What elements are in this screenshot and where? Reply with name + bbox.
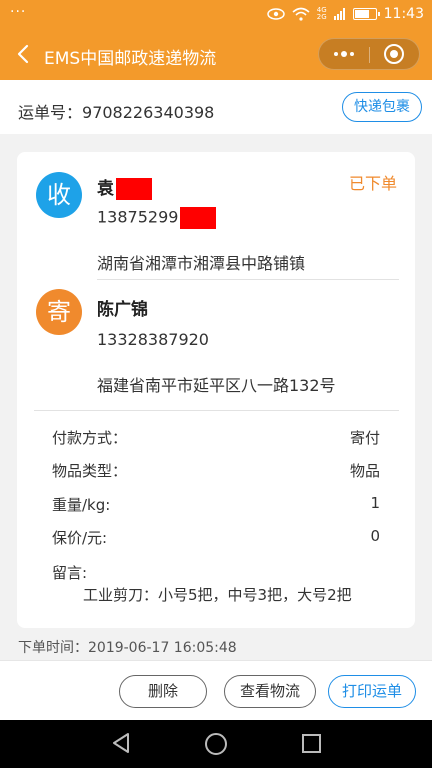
waybill-bar: 运单号：9708226340398 快递包裹 (0, 80, 432, 134)
action-bar: 删除 查看物流 打印运单 (0, 660, 432, 720)
status-icons: 4G 2G 11:43 (267, 6, 424, 22)
print-waybill-button[interactable]: 打印运单 (328, 675, 416, 708)
redaction-block (116, 178, 152, 200)
waybill-value: 9708226340398 (82, 103, 215, 122)
nav-bar: EMS中国邮政速递物流 (0, 30, 432, 80)
system-recents-icon[interactable] (302, 734, 321, 753)
wifi-icon (292, 7, 310, 21)
status-bar: ··· 4G 2G 11:43 (0, 0, 432, 30)
receiver-phone-text: 13875299 (97, 207, 179, 227)
signal-icon (333, 8, 345, 20)
weight-value: 1 (370, 494, 380, 512)
page-title: EMS中国邮政速递物流 (44, 49, 217, 69)
redaction-block (180, 207, 217, 229)
message-text: 工业剪刀：小号5把，中号3把，大号2把 (83, 586, 352, 604)
receiver-phone: 13875299 (97, 207, 217, 229)
insured-value-label: 保价/元: (52, 529, 108, 547)
sender-phone: 13328387920 (97, 330, 209, 349)
weight-label: 重量/kg: (52, 496, 111, 514)
system-home-icon[interactable] (205, 733, 227, 755)
battery-icon (352, 8, 380, 20)
order-time: 下单时间：2019-06-17 16:05:48 (18, 640, 237, 656)
sender-name: 陈广锦 (97, 300, 148, 320)
payment-value: 寄付 (349, 429, 380, 447)
sender-address: 福建省南平市延平区八一路132号 (97, 376, 336, 395)
receiver-name: 袁 (97, 174, 152, 200)
receiver-name-text: 袁 (97, 179, 114, 199)
payment-label: 付款方式： (52, 429, 128, 447)
order-card: 收 袁 已下单 13875299 湖南省湘潭市湘潭县中路铺镇 寄 陈广锦 133… (17, 152, 415, 628)
item-type-label: 物品类型： (52, 462, 128, 480)
system-back-icon[interactable] (111, 732, 131, 754)
item-type-value: 物品 (349, 462, 380, 480)
receiver-address: 湖南省湘潭市湘潭县中路铺镇 (97, 254, 306, 273)
miniprogram-capsule (318, 38, 420, 70)
insured-value: 0 (370, 527, 380, 545)
capsule-divider (369, 47, 370, 63)
more-icon[interactable] (319, 39, 369, 69)
system-nav-bar (0, 720, 432, 768)
receiver-badge: 收 (36, 172, 82, 218)
order-status: 已下单 (348, 174, 397, 193)
waybill-label: 运单号： (18, 103, 83, 122)
section-divider (34, 410, 399, 411)
close-miniprogram-icon[interactable] (384, 44, 404, 64)
network-2g: 2G (316, 13, 327, 21)
express-package-button[interactable]: 快递包裹 (342, 92, 422, 122)
back-arrow-icon[interactable] (14, 42, 34, 66)
delete-button[interactable]: 删除 (119, 675, 207, 708)
contact-divider (97, 279, 399, 280)
clock: 11:43 (383, 6, 424, 22)
view-tracking-button[interactable]: 查看物流 (224, 675, 316, 708)
message-label: 留言: (52, 564, 88, 582)
network-type: 4G 2G (317, 7, 327, 21)
eye-icon (267, 8, 285, 20)
sender-badge: 寄 (36, 289, 82, 335)
waybill-number: 运单号：9708226340398 (18, 99, 214, 123)
notification-dots: ··· (10, 4, 27, 20)
